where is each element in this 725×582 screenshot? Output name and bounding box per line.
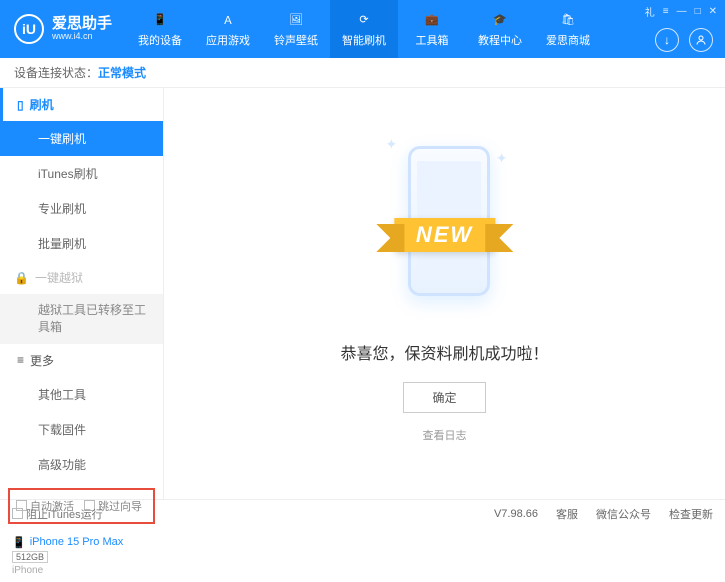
device-name: iPhone 15 Pro Max — [30, 536, 124, 548]
status-bar: 设备连接状态： 正常模式 — [0, 58, 725, 88]
sidebar-item-advanced[interactable]: 高级功能 — [0, 447, 163, 482]
nav-ringtones[interactable]: 🖼铃声壁纸 — [262, 0, 330, 58]
minimize-icon[interactable]: — — [677, 6, 687, 17]
app-header: iU 爱思助手 www.i4.cn 📱我的设备 Ａ应用游戏 🖼铃声壁纸 ⟳智能刷… — [0, 0, 725, 58]
version-label: V7.98.66 — [494, 508, 538, 520]
app-url: www.i4.cn — [52, 32, 112, 42]
store-icon: 🛍 — [558, 11, 578, 29]
nav-toolbox[interactable]: 💼工具箱 — [398, 0, 466, 58]
sidebar-item-batch-flash[interactable]: 批量刷机 — [0, 226, 163, 261]
apps-icon: Ａ — [218, 11, 238, 29]
confirm-button[interactable]: 确定 — [403, 382, 485, 413]
tutorial-icon: 🎓 — [490, 11, 510, 29]
sidebar-item-pro-flash[interactable]: 专业刷机 — [0, 191, 163, 226]
menu-icon[interactable]: ≡ — [663, 6, 669, 17]
window-controls: 礼 ≡ — □ ✕ — [645, 4, 717, 19]
maximize-icon[interactable]: □ — [695, 6, 701, 17]
list-icon: ≡ — [17, 353, 24, 367]
nav-apps[interactable]: Ａ应用游戏 — [194, 0, 262, 58]
nav-tutorials[interactable]: 🎓教程中心 — [466, 0, 534, 58]
toolbox-icon: 💼 — [422, 11, 442, 29]
nav-store[interactable]: 🛍爱思商城 — [534, 0, 602, 58]
nav-flash[interactable]: ⟳智能刷机 — [330, 0, 398, 58]
close-icon[interactable]: ✕ — [709, 6, 717, 17]
nav-my-device[interactable]: 📱我的设备 — [126, 0, 194, 58]
status-prefix: 设备连接状态： — [14, 64, 98, 81]
phone-illustration: ✦ ✦ NEW — [380, 128, 510, 318]
success-message: 恭喜您，保资料刷机成功啦！ — [340, 340, 548, 364]
top-nav: 📱我的设备 Ａ应用游戏 🖼铃声壁纸 ⟳智能刷机 💼工具箱 🎓教程中心 🛍爱思商城 — [126, 0, 602, 58]
device-info[interactable]: 📱 iPhone 15 Pro Max 512GB iPhone — [0, 530, 163, 582]
sidebar-group-flash[interactable]: ▯ 刷机 — [0, 88, 163, 121]
flash-icon: ⟳ — [354, 11, 374, 29]
phone-icon: ▯ — [17, 98, 24, 112]
sidebar-group-more[interactable]: ≡ 更多 — [0, 344, 163, 377]
view-log-link[interactable]: 查看日志 — [423, 427, 467, 443]
sidebar-item-other-tools[interactable]: 其他工具 — [0, 377, 163, 412]
lock-icon: 🔒 — [14, 271, 29, 285]
gift-icon[interactable]: 礼 — [645, 4, 655, 19]
logo-icon: iU — [14, 14, 44, 44]
user-button[interactable] — [689, 28, 713, 52]
sidebar-item-itunes-flash[interactable]: iTunes刷机 — [0, 156, 163, 191]
block-itunes-checkbox[interactable]: 阻止iTunes运行 — [12, 506, 103, 522]
check-update-link[interactable]: 检查更新 — [669, 506, 713, 522]
sidebar: ▯ 刷机 一键刷机 iTunes刷机 专业刷机 批量刷机 🔒 一键越狱 越狱工具… — [0, 88, 164, 499]
wallpaper-icon: 🖼 — [286, 11, 306, 29]
sidebar-group-jailbreak: 🔒 一键越狱 — [0, 261, 163, 294]
status-mode: 正常模式 — [98, 64, 146, 81]
wechat-link[interactable]: 微信公众号 — [596, 506, 651, 522]
new-ribbon: NEW — [394, 218, 495, 252]
logo-area: iU 爱思助手 www.i4.cn — [0, 14, 126, 44]
download-button[interactable]: ↓ — [655, 28, 679, 52]
sidebar-item-download-firmware[interactable]: 下载固件 — [0, 412, 163, 447]
device-icon: 📱 — [150, 11, 170, 29]
device-type: iPhone — [12, 565, 151, 576]
device-storage: 512GB — [12, 551, 48, 563]
sidebar-item-onekey-flash[interactable]: 一键刷机 — [0, 121, 163, 156]
app-title: 爱思助手 — [52, 16, 112, 33]
customer-service-link[interactable]: 客服 — [556, 506, 578, 522]
main-panel: ✦ ✦ NEW 恭喜您，保资料刷机成功啦！ 确定 查看日志 — [164, 88, 725, 499]
device-phone-icon: 📱 — [12, 536, 26, 549]
jailbreak-note: 越狱工具已转移至工具箱 — [0, 294, 163, 344]
